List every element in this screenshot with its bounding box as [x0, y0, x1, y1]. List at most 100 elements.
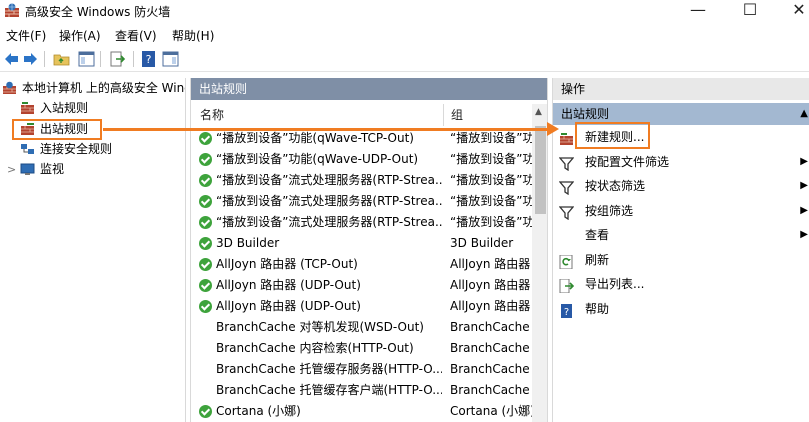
- menu-action[interactable]: 操作(A): [59, 27, 101, 44]
- rule-name: AllJoyn 路由器 (UDP-Out): [216, 299, 361, 313]
- rule-name: BranchCache 托管缓存服务器(HTTP-O...: [216, 362, 442, 376]
- submenu-arrow-icon: ▶: [800, 155, 808, 167]
- rule-group: BranchCache -: [450, 320, 532, 334]
- enabled-check-icon: [199, 258, 212, 271]
- table-row[interactable]: AllJoyn 路由器 (UDP-Out) AllJoyn 路由器: [191, 275, 531, 296]
- maximize-button[interactable]: ☐: [727, 0, 773, 22]
- expand-chevron-icon[interactable]: >: [7, 160, 16, 179]
- svg-text:?: ?: [564, 307, 569, 318]
- table-row[interactable]: BranchCache 托管缓存服务器(HTTP-O... BranchCache…: [191, 359, 532, 380]
- table-row[interactable]: Cortana (小娜) Cortana (小娜): [191, 401, 532, 422]
- actions-header: 操作: [553, 78, 809, 100]
- export-list-action[interactable]: 导出列表...: [553, 272, 809, 296]
- filter-icon: [558, 155, 575, 171]
- menu-view[interactable]: 查看(V): [115, 27, 157, 44]
- scrollbar-thumb[interactable]: [535, 126, 546, 214]
- help-action[interactable]: ? 帮助: [553, 297, 809, 321]
- column-header-name[interactable]: 名称: [200, 104, 224, 126]
- table-row[interactable]: “播放到设备”流式处理服务器(RTP-Strea... “播放到设备”功: [191, 170, 532, 191]
- close-button[interactable]: ✕: [776, 0, 809, 22]
- rule-group: “播放到设备”功: [450, 215, 532, 229]
- rule-group: BranchCache -: [450, 383, 532, 397]
- forward-arrow-icon[interactable]: [22, 51, 39, 67]
- submenu-arrow-icon: ▶: [800, 229, 808, 240]
- tree-item-label: 监视: [40, 162, 65, 176]
- rule-name: “播放到设备”流式处理服务器(RTP-Strea...: [216, 215, 442, 229]
- firewall-icon: [3, 81, 16, 94]
- refresh-action[interactable]: 刷新: [553, 248, 809, 272]
- rule-name: AllJoyn 路由器 (TCP-Out): [216, 257, 358, 271]
- toolbar-separator: [133, 51, 134, 67]
- filter-icon: [558, 204, 575, 220]
- rule-name: “播放到设备”流式处理服务器(RTP-Strea...: [216, 194, 442, 208]
- annotation-arrow: [103, 128, 553, 131]
- enabled-check-icon: [199, 132, 212, 145]
- filter-by-state-action[interactable]: 按状态筛选 ▶: [553, 174, 809, 198]
- rule-group: 3D Builder: [450, 236, 514, 250]
- rule-name: “播放到设备”功能(qWave-UDP-Out): [216, 152, 419, 166]
- table-row[interactable]: AllJoyn 路由器 (UDP-Out) AllJoyn 路由器: [191, 296, 531, 317]
- tree-item-label: 入站规则: [40, 101, 89, 115]
- action-label: 帮助: [585, 301, 610, 316]
- rule-group: Cortana (小娜): [450, 404, 532, 418]
- submenu-arrow-icon: ▶: [800, 180, 808, 191]
- rule-name: BranchCache 托管缓存客户端(HTTP-O...: [216, 383, 442, 397]
- column-separator[interactable]: [443, 104, 444, 126]
- export-icon: [559, 277, 575, 294]
- enabled-check-icon: [199, 279, 212, 292]
- rule-name: BranchCache 内容检索(HTTP-Out): [216, 341, 414, 355]
- minimize-button[interactable]: —: [675, 0, 721, 22]
- show-hide-tree-icon[interactable]: [78, 51, 95, 67]
- filter-by-group-action[interactable]: 按组筛选 ▶: [553, 199, 809, 223]
- new-rule-highlight: [575, 122, 650, 149]
- actions-section-label: 出站规则: [561, 107, 610, 121]
- toolbar: ?: [0, 46, 809, 72]
- help-icon: ?: [559, 302, 574, 318]
- rule-group: AllJoyn 路由器: [450, 278, 531, 292]
- table-row[interactable]: “播放到设备”功能(qWave-TCP-Out) “播放到设备”功: [191, 128, 532, 149]
- rule-group: BranchCache -: [450, 341, 532, 355]
- table-row[interactable]: BranchCache 对等机发现(WSD-Out) BranchCache -: [191, 317, 532, 338]
- view-action[interactable]: 查看 ▶: [553, 223, 809, 247]
- monitoring-icon: [20, 163, 35, 175]
- tree-root-label: 本地计算机 上的高级安全 Wind: [22, 81, 186, 95]
- scroll-up-icon[interactable]: ▲: [535, 107, 542, 117]
- table-row[interactable]: BranchCache 内容检索(HTTP-Out) BranchCache -: [191, 338, 532, 359]
- svg-text:?: ?: [146, 53, 152, 66]
- tree-item-label: 连接安全规则: [40, 142, 113, 156]
- column-header-group[interactable]: 组: [451, 104, 463, 126]
- filter-icon: [558, 179, 575, 196]
- firewall-app-icon: [5, 3, 19, 17]
- action-label: 按配置文件筛选: [585, 154, 670, 169]
- rule-group: “播放到设备”功: [450, 173, 532, 187]
- table-row[interactable]: AllJoyn 路由器 (TCP-Out) AllJoyn 路由器: [191, 254, 531, 275]
- refresh-icon: [559, 253, 574, 269]
- rule-group: AllJoyn 路由器: [450, 299, 531, 313]
- table-row[interactable]: BranchCache 托管缓存客户端(HTTP-O... BranchCache…: [191, 380, 532, 401]
- rule-name: “播放到设备”功能(qWave-TCP-Out): [216, 131, 414, 145]
- table-row[interactable]: “播放到设备”流式处理服务器(RTP-Strea... “播放到设备”功: [191, 212, 532, 233]
- menu-bar: 文件(F) 操作(A) 查看(V) 帮助(H): [0, 24, 809, 44]
- rule-name: “播放到设备”流式处理服务器(RTP-Strea...: [216, 173, 442, 187]
- vertical-scrollbar[interactable]: ▲: [532, 104, 547, 422]
- collapse-arrow-icon[interactable]: ▲: [800, 103, 808, 125]
- enabled-check-icon: [199, 300, 212, 313]
- table-row[interactable]: “播放到设备”流式处理服务器(RTP-Strea... “播放到设备”功: [191, 191, 532, 212]
- rule-name: BranchCache 对等机发现(WSD-Out): [216, 320, 424, 334]
- back-arrow-icon[interactable]: [3, 51, 20, 67]
- menu-file[interactable]: 文件(F): [6, 27, 46, 44]
- menu-help[interactable]: 帮助(H): [172, 27, 214, 44]
- action-label: 按状态筛选: [585, 179, 646, 193]
- table-row[interactable]: 3D Builder 3D Builder: [191, 233, 531, 254]
- rule-group: “播放到设备”功: [450, 131, 532, 145]
- enabled-check-icon: [199, 405, 212, 418]
- enabled-check-icon: [199, 237, 212, 250]
- filter-by-profile-action[interactable]: 按配置文件筛选 ▶: [553, 150, 809, 174]
- table-row[interactable]: “播放到设备”功能(qWave-UDP-Out) “播放到设备”功: [191, 149, 532, 170]
- export-icon[interactable]: [109, 51, 126, 67]
- help-icon[interactable]: ?: [140, 51, 157, 67]
- up-folder-icon[interactable]: [53, 51, 70, 67]
- action-label: 按组筛选: [585, 203, 634, 218]
- action-pane-icon[interactable]: [162, 51, 179, 67]
- toolbar-separator: [44, 51, 45, 67]
